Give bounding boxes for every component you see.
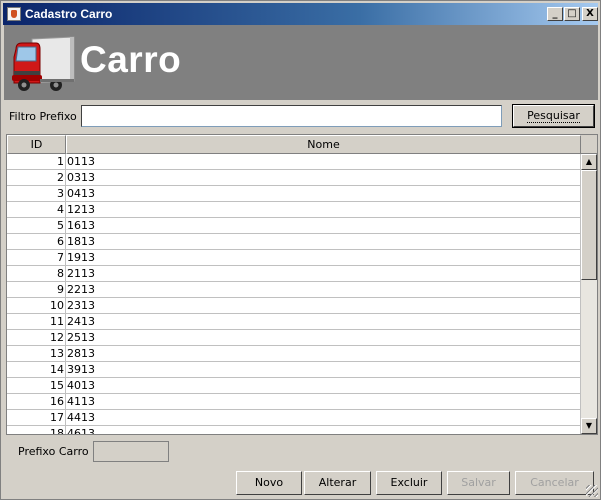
banner-title: Carro bbox=[80, 39, 182, 80]
scroll-thumb[interactable] bbox=[581, 170, 597, 280]
salvar-button[interactable]: Salvar bbox=[447, 471, 510, 495]
cell-nome: 4013 bbox=[66, 378, 581, 394]
cell-id: 5 bbox=[7, 218, 66, 234]
cell-id: 9 bbox=[7, 282, 66, 298]
cell-nome: 2513 bbox=[66, 330, 581, 346]
close-button[interactable]: X bbox=[582, 7, 598, 21]
column-header-id[interactable]: ID bbox=[7, 135, 66, 154]
cars-table: ID Nome 1 0113 2 0313 3 0413 4 1213 5 1613 6 1813 7 1… bbox=[6, 134, 598, 435]
cell-id: 14 bbox=[7, 362, 66, 378]
cell-id: 4 bbox=[7, 202, 66, 218]
prefixo-carro-field[interactable] bbox=[93, 441, 169, 462]
table-row[interactable]: 4 1213 bbox=[7, 202, 581, 218]
cell-nome: 2313 bbox=[66, 298, 581, 314]
table-row[interactable]: 15 4013 bbox=[7, 378, 581, 394]
cell-nome: 3913 bbox=[66, 362, 581, 378]
table-header: ID Nome bbox=[7, 135, 581, 154]
header-banner: Carro bbox=[4, 25, 598, 100]
cell-nome: 1813 bbox=[66, 234, 581, 250]
table-row[interactable]: 13 2813 bbox=[7, 346, 581, 362]
cell-id: 17 bbox=[7, 410, 66, 426]
table-row[interactable]: 9 2213 bbox=[7, 282, 581, 298]
main-window: Cadastro Carro _ □ X Carro Filtro Prefix… bbox=[0, 0, 601, 500]
cell-id: 15 bbox=[7, 378, 66, 394]
cell-id: 2 bbox=[7, 170, 66, 186]
cell-nome: 1613 bbox=[66, 218, 581, 234]
cell-nome: 4113 bbox=[66, 394, 581, 410]
title-bar[interactable]: Cadastro Carro _ □ X bbox=[3, 3, 598, 25]
alterar-button[interactable]: Alterar bbox=[304, 471, 371, 495]
table-row[interactable]: 3 0413 bbox=[7, 186, 581, 202]
cell-id: 12 bbox=[7, 330, 66, 346]
maximize-button[interactable]: □ bbox=[564, 7, 580, 21]
novo-button[interactable]: Novo bbox=[236, 471, 302, 495]
cell-nome: 0413 bbox=[66, 186, 581, 202]
table-row[interactable]: 10 2313 bbox=[7, 298, 581, 314]
cell-nome: 0113 bbox=[66, 154, 581, 170]
cell-nome: 2413 bbox=[66, 314, 581, 330]
table-row[interactable]: 8 2113 bbox=[7, 266, 581, 282]
cell-id: 18 bbox=[7, 426, 66, 434]
table-row[interactable]: 2 0313 bbox=[7, 170, 581, 186]
excluir-button[interactable]: Excluir bbox=[376, 471, 442, 495]
cell-nome: 2213 bbox=[66, 282, 581, 298]
search-button[interactable]: Pesquisar bbox=[512, 104, 595, 128]
table-row[interactable]: 11 2413 bbox=[7, 314, 581, 330]
search-button-label: Pesquisar bbox=[527, 109, 580, 123]
table-row[interactable]: 7 1913 bbox=[7, 250, 581, 266]
table-header-corner bbox=[581, 135, 597, 154]
window-title: Cadastro Carro bbox=[25, 7, 113, 21]
table-body: 1 0113 2 0313 3 0413 4 1213 5 1613 6 1813 7 1913 8 2113… bbox=[7, 154, 581, 434]
table-row[interactable]: 12 2513 bbox=[7, 330, 581, 346]
table-row[interactable]: 1 0113 bbox=[7, 154, 581, 170]
cell-id: 10 bbox=[7, 298, 66, 314]
cell-nome: 2113 bbox=[66, 266, 581, 282]
vertical-scrollbar[interactable]: ▲ ▼ bbox=[581, 154, 597, 434]
prefixo-carro-label: Prefixo Carro bbox=[18, 445, 89, 458]
table-row[interactable]: 14 3913 bbox=[7, 362, 581, 378]
cell-id: 8 bbox=[7, 266, 66, 282]
cell-nome: 0313 bbox=[66, 170, 581, 186]
cell-id: 7 bbox=[7, 250, 66, 266]
truck-icon bbox=[12, 36, 75, 91]
filter-prefix-input[interactable] bbox=[81, 105, 502, 127]
cell-id: 1 bbox=[7, 154, 66, 170]
table-row[interactable]: 5 1613 bbox=[7, 218, 581, 234]
filter-prefix-label: Filtro Prefixo bbox=[9, 110, 77, 123]
cell-nome: 4613 bbox=[66, 426, 581, 434]
table-row[interactable]: 6 1813 bbox=[7, 234, 581, 250]
cell-id: 11 bbox=[7, 314, 66, 330]
table-row[interactable]: 17 4413 bbox=[7, 410, 581, 426]
cancelar-button[interactable]: Cancelar bbox=[515, 471, 594, 495]
resize-grip[interactable] bbox=[586, 485, 598, 497]
cell-nome: 2813 bbox=[66, 346, 581, 362]
table-row[interactable]: 16 4113 bbox=[7, 394, 581, 410]
table-row[interactable]: 18 4613 bbox=[7, 426, 581, 434]
cell-nome: 1213 bbox=[66, 202, 581, 218]
scroll-up-icon[interactable]: ▲ bbox=[581, 154, 597, 170]
scroll-down-icon[interactable]: ▼ bbox=[581, 418, 597, 434]
cell-id: 3 bbox=[7, 186, 66, 202]
cell-id: 6 bbox=[7, 234, 66, 250]
cell-nome: 4413 bbox=[66, 410, 581, 426]
java-app-icon[interactable] bbox=[7, 7, 21, 21]
cell-nome: 1913 bbox=[66, 250, 581, 266]
cell-id: 13 bbox=[7, 346, 66, 362]
column-header-nome[interactable]: Nome bbox=[66, 135, 581, 154]
cell-id: 16 bbox=[7, 394, 66, 410]
minimize-button[interactable]: _ bbox=[547, 7, 563, 21]
